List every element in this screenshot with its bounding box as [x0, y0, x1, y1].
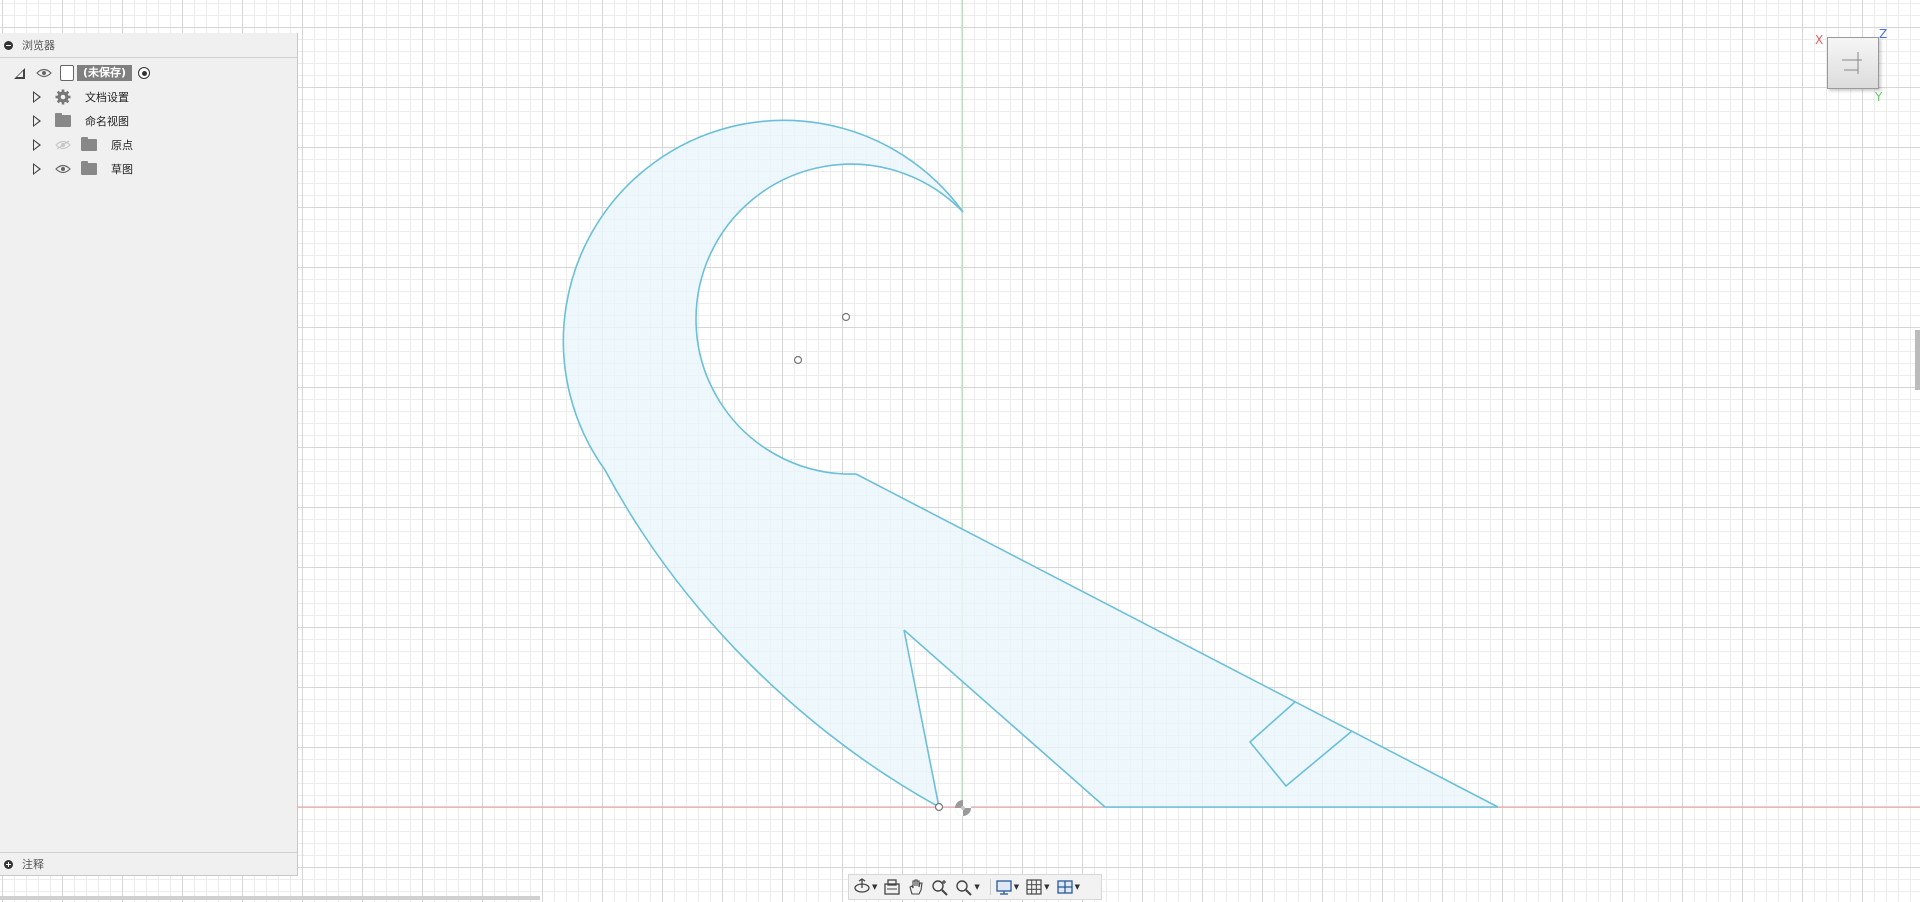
expand-triangle-icon[interactable]: [33, 139, 41, 151]
comments-label: 注释: [22, 858, 44, 871]
browser-item-sketches[interactable]: 草图: [0, 158, 297, 180]
zoom-icon: [932, 880, 949, 896]
browser-item-named-views[interactable]: 命名视图: [0, 110, 297, 132]
pan-button[interactable]: [907, 877, 925, 897]
browser-item-label: 文档设置: [85, 91, 129, 104]
viewcube-z-label: Z: [1879, 27, 1888, 41]
browser-panel: 浏览器 (未保存) 文档设置 命名视图 原点 草图 注释: [0, 33, 298, 876]
browser-root-node[interactable]: (未保存): [0, 62, 297, 84]
toolbar-separator: [989, 879, 991, 895]
gear-icon: [55, 89, 71, 105]
orbit-button[interactable]: ▼: [853, 877, 877, 897]
browser-item-document-settings[interactable]: 文档设置: [0, 86, 297, 108]
zoom-button[interactable]: [931, 877, 949, 897]
pan-icon: [909, 879, 924, 895]
expand-triangle-icon[interactable]: [33, 91, 41, 103]
cube-face-marker-icon: [1842, 52, 1862, 74]
viewports-icon: [1056, 880, 1073, 894]
document-icon: [60, 65, 74, 81]
horizontal-scrollbar[interactable]: [0, 896, 540, 900]
expand-triangle-icon[interactable]: [33, 163, 41, 175]
grid-settings-button[interactable]: ▼: [1025, 877, 1050, 897]
expand-icon[interactable]: [4, 859, 13, 869]
browser-header[interactable]: 浏览器: [0, 33, 297, 58]
sketch-point[interactable]: [934, 802, 944, 812]
grid-settings-icon: [1026, 879, 1042, 895]
browser-item-origin[interactable]: 原点: [0, 134, 297, 156]
viewcube-y-label: Y: [1875, 90, 1883, 104]
zoom-window-button[interactable]: ▼: [955, 877, 980, 897]
right-edge-handle[interactable]: [1915, 330, 1920, 390]
eye-icon[interactable]: [36, 68, 52, 78]
browser-item-label: 原点: [111, 139, 133, 152]
activate-radio-icon[interactable]: [138, 67, 151, 79]
display-settings-icon: [996, 880, 1012, 895]
viewcube[interactable]: X Z Y: [1815, 25, 1889, 105]
browser-title: 浏览器: [22, 39, 55, 52]
arc-center-point[interactable]: [793, 355, 803, 365]
browser-item-label: 草图: [111, 163, 133, 176]
origin-icon[interactable]: [955, 800, 971, 816]
look-at-icon: [884, 879, 901, 895]
eye-icon[interactable]: [55, 164, 71, 174]
viewcube-face[interactable]: [1827, 37, 1879, 89]
arc-center-point[interactable]: [841, 312, 851, 322]
zoom-window-icon: [956, 880, 973, 896]
comments-bar[interactable]: 注释: [0, 852, 297, 875]
folder-icon: [81, 161, 97, 175]
collapse-triangle-icon[interactable]: [14, 67, 25, 79]
viewcube-x-label: X: [1815, 33, 1824, 47]
browser-item-label: 命名视图: [85, 115, 129, 128]
display-settings-button[interactable]: ▼: [995, 877, 1019, 897]
sketch-profile-region[interactable]: [563, 120, 1498, 808]
eye-hidden-icon[interactable]: [55, 140, 71, 150]
folder-icon: [55, 113, 71, 127]
look-at-button[interactable]: [883, 877, 901, 897]
collapse-icon[interactable]: [4, 40, 13, 50]
expand-triangle-icon[interactable]: [33, 115, 41, 127]
orbit-icon: [854, 878, 870, 893]
navigation-toolbar: ▼ ▼ ▼ ▼ ▼: [848, 874, 1102, 900]
root-label: (未保存): [77, 65, 133, 81]
viewports-button[interactable]: ▼: [1056, 877, 1080, 897]
folder-icon: [81, 137, 97, 151]
